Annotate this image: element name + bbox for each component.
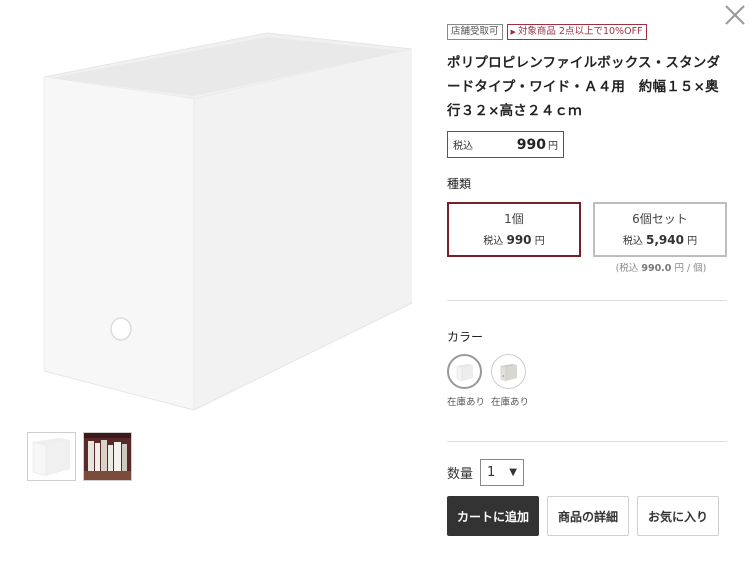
swatch-gray-circle xyxy=(491,354,526,389)
white-box-icon xyxy=(456,363,473,381)
variant-price: 税込 5,940 円 xyxy=(622,233,698,247)
triangle-right-icon: ▶ xyxy=(510,28,516,36)
variant-price: 税込 990 円 xyxy=(483,233,545,247)
gray-box-icon xyxy=(500,363,517,381)
stock-status: 在庫あり xyxy=(447,397,486,408)
close-icon xyxy=(725,5,745,25)
caret-down-icon: ▼ xyxy=(509,467,517,478)
variant-single[interactable]: 1個 税込 990 円 xyxy=(447,202,581,257)
sale-badge-label: 対象商品 2点以上で10%OFF xyxy=(517,26,643,37)
swatch-gray[interactable]: 在庫あり xyxy=(491,354,530,408)
thumbnail-box[interactable] xyxy=(27,432,76,481)
price-box: 税込 990 円 xyxy=(447,131,564,158)
product-tags: 店舗受取可 ▶ 対象商品 2点以上で10%OFF xyxy=(447,24,647,40)
product-details-button[interactable]: 商品の詳細 xyxy=(547,496,629,536)
quantity-label: 数量 xyxy=(447,467,474,482)
swatch-white-circle xyxy=(447,354,482,389)
quantity-select[interactable]: 1 ▼ xyxy=(480,459,524,486)
type-section-label: 種類 xyxy=(447,177,472,191)
sale-badge[interactable]: ▶ 対象商品 2点以上で10%OFF xyxy=(506,24,647,40)
thumbnail-usage[interactable] xyxy=(83,432,132,481)
favorite-button[interactable]: お気に入り xyxy=(637,496,719,536)
variant-name: 6個セット xyxy=(632,212,688,226)
price-currency: 円 xyxy=(548,141,558,152)
swatch-white[interactable]: 在庫あり xyxy=(447,354,486,408)
product-main-image xyxy=(22,20,432,425)
color-section-label: カラー xyxy=(447,330,484,344)
product-title: ポリプロピレンファイルボックス・スタンダードタイプ・ワイド・Ａ４用 約幅１５×奥… xyxy=(447,55,721,119)
variant-name: 1個 xyxy=(504,212,524,226)
add-to-cart-button[interactable]: カートに追加 xyxy=(447,496,539,536)
close-button[interactable] xyxy=(722,2,748,28)
shelf-image-icon xyxy=(84,433,131,480)
unit-price-note: (税込 990.0 円 / 個) xyxy=(615,263,707,274)
store-pickup-badge: 店舗受取可 xyxy=(447,24,503,40)
price-tax-label: 税込 xyxy=(453,141,473,152)
stock-status: 在庫あり xyxy=(491,397,530,408)
divider xyxy=(447,300,727,301)
color-swatches: 在庫あり 在庫あり xyxy=(447,354,530,408)
quantity-value: 1 xyxy=(487,465,496,480)
white-box-icon xyxy=(28,433,75,480)
divider xyxy=(447,441,727,442)
price-amount: 990 xyxy=(516,136,546,153)
variant-six-set[interactable]: 6個セット 税込 5,940 円 xyxy=(593,202,727,257)
thumbnail-strip xyxy=(27,432,132,481)
